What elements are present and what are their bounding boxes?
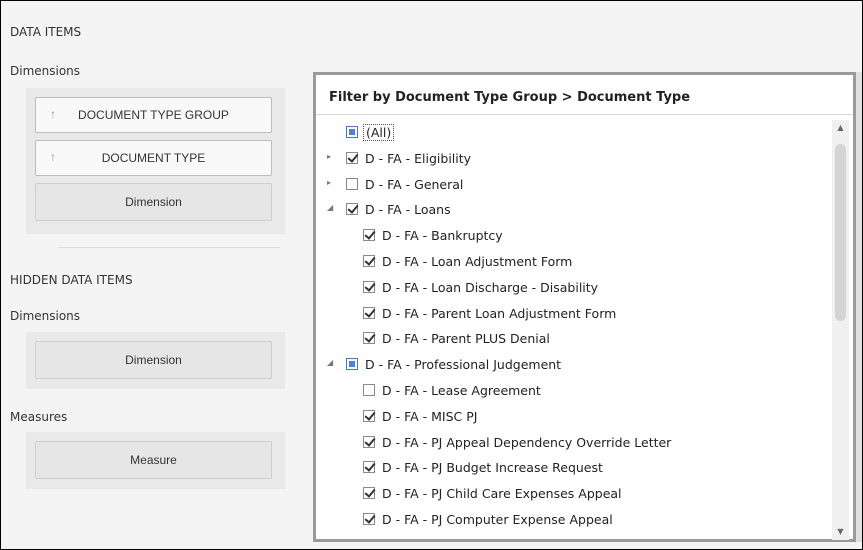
checkbox[interactable] — [363, 461, 375, 473]
dimension-label: DOCUMENT TYPE GROUP — [78, 108, 229, 122]
tree-item-label: (All) — [363, 123, 395, 141]
tree-item-label: D - FA - Loan Discharge - Disability — [382, 279, 599, 295]
tree-item[interactable]: D - FA - MISC PJ — [363, 404, 477, 428]
dimensions-panel: ↑ DOCUMENT TYPE GROUP ↑ DOCUMENT TYPE Di… — [26, 88, 285, 234]
collapse-arrow-icon[interactable]: ◢ — [327, 204, 335, 212]
tree-item-label: D - FA - Parent PLUS Denial — [382, 330, 550, 346]
tree-item-label: D - FA - PJ Budget Increase Request — [382, 459, 603, 475]
checkbox[interactable] — [346, 152, 358, 164]
checkbox[interactable] — [363, 307, 375, 319]
checkbox[interactable] — [363, 255, 375, 267]
tree-item-label: D - FA - PJ Child Care Expenses Appeal — [382, 485, 622, 501]
placeholder-label: Dimension — [125, 195, 182, 209]
dimensions-title: Dimensions — [10, 64, 81, 78]
collapse-arrow-icon[interactable]: ◢ — [327, 359, 335, 367]
filter-dialog: Filter by Document Type Group > Document… — [313, 72, 856, 542]
checkbox[interactable] — [346, 358, 358, 370]
checkbox[interactable] — [363, 332, 375, 344]
dimension-document-type-button[interactable]: ↑ DOCUMENT TYPE — [35, 140, 272, 176]
scroll-down-arrow-icon[interactable]: ▼ — [832, 524, 849, 540]
tree-item[interactable]: ▸ D - FA - General — [327, 172, 464, 196]
placeholder-label: Dimension — [125, 353, 182, 367]
checkbox[interactable] — [346, 203, 358, 215]
data-items-title: DATA ITEMS — [10, 25, 82, 39]
tree-item[interactable]: D - FA - Parent Loan Adjustment Form — [363, 301, 616, 325]
tree-item-label: D - FA - MISC PJ — [382, 408, 478, 424]
tree-item[interactable]: D - FA - PJ Appeal Dependency Override L… — [363, 430, 671, 454]
scroll-up-arrow-icon[interactable]: ▲ — [832, 120, 849, 136]
checkbox[interactable] — [346, 178, 358, 190]
tree-item-label: D - FA - Loans — [365, 201, 451, 217]
checkbox[interactable] — [346, 126, 358, 138]
placeholder-label: Measure — [130, 453, 177, 467]
tree-item[interactable]: D - FA - PJ Budget Increase Request — [363, 455, 603, 479]
tree-item[interactable]: ▸ D - FA - Eligibility — [327, 146, 472, 170]
tree-item-label: D - FA - Lease Agreement — [382, 382, 541, 398]
sort-arrow-icon: ↑ — [50, 150, 56, 164]
tree-item-label: D - FA - Professional Judgement — [365, 356, 562, 372]
title-divider — [316, 114, 853, 115]
checkbox[interactable] — [363, 410, 375, 422]
checkbox[interactable] — [363, 487, 375, 499]
tree-item[interactable]: D - FA - Lease Agreement — [363, 378, 541, 402]
tree-item[interactable]: D - FA - PJ Child Care Expenses Appeal — [363, 481, 622, 505]
dimension-document-type-group-button[interactable]: ↑ DOCUMENT TYPE GROUP — [35, 97, 272, 133]
sort-arrow-icon: ↑ — [50, 107, 56, 121]
measures-title: Measures — [10, 410, 68, 424]
right-edge-panel — [856, 72, 862, 542]
tree-item[interactable]: D - FA - PJ Computer Expense Appeal — [363, 507, 613, 531]
tree-item-all[interactable]: (All) — [346, 120, 395, 144]
checkbox[interactable] — [363, 384, 375, 396]
data-items-panel: DATA ITEMS Dimensions ↑ DOCUMENT TYPE GR… — [1, 1, 301, 549]
tree-item-label: D - FA - Eligibility — [365, 150, 472, 166]
dimension-placeholder-button[interactable]: Dimension — [35, 183, 272, 221]
hidden-data-items-title: HIDDEN DATA ITEMS — [10, 273, 133, 287]
tree-item[interactable]: D - FA - Loan Adjustment Form — [363, 249, 572, 273]
tree-item-label: D - FA - PJ Appeal Dependency Override L… — [382, 434, 672, 450]
tree-item-label: D - FA - PJ Computer Expense Appeal — [382, 511, 613, 527]
scrollbar-thumb[interactable] — [835, 144, 846, 321]
hidden-dimensions-panel: Dimension — [26, 332, 285, 389]
tree-item-label: D - FA - General — [365, 176, 464, 192]
checkbox[interactable] — [363, 513, 375, 525]
expand-arrow-icon[interactable]: ▸ — [327, 153, 335, 161]
tree-item[interactable]: ◢ D - FA - Professional Judgement — [327, 352, 562, 376]
tree-item-label: D - FA - Loan Adjustment Form — [382, 253, 573, 269]
checkbox[interactable] — [363, 229, 375, 241]
filter-dialog-title: Filter by Document Type Group > Document… — [329, 90, 691, 105]
hidden-dimension-placeholder-button[interactable]: Dimension — [35, 341, 272, 379]
checkbox[interactable] — [363, 436, 375, 448]
hidden-dimensions-title: Dimensions — [10, 309, 81, 323]
vertical-scrollbar[interactable]: ▲ ▼ — [832, 120, 849, 540]
tree-item-label: D - FA - Parent Loan Adjustment Form — [382, 305, 617, 321]
designer-window: DATA ITEMS Dimensions ↑ DOCUMENT TYPE GR… — [0, 0, 863, 550]
tree-item[interactable]: D - FA - Bankruptcy — [363, 223, 503, 247]
tree-item[interactable]: ◢ D - FA - Loans — [327, 197, 451, 221]
measures-panel: Measure — [26, 432, 285, 489]
tree-item-label: D - FA - Bankruptcy — [382, 227, 503, 243]
dimension-label: DOCUMENT TYPE — [101, 151, 206, 165]
section-divider — [58, 247, 280, 248]
tree-item[interactable]: D - FA - Parent PLUS Denial — [363, 326, 550, 350]
measure-placeholder-button[interactable]: Measure — [35, 441, 272, 479]
expand-arrow-icon[interactable]: ▸ — [327, 179, 335, 187]
tree-item[interactable]: D - FA - Loan Discharge - Disability — [363, 275, 598, 299]
checkbox[interactable] — [363, 281, 375, 293]
